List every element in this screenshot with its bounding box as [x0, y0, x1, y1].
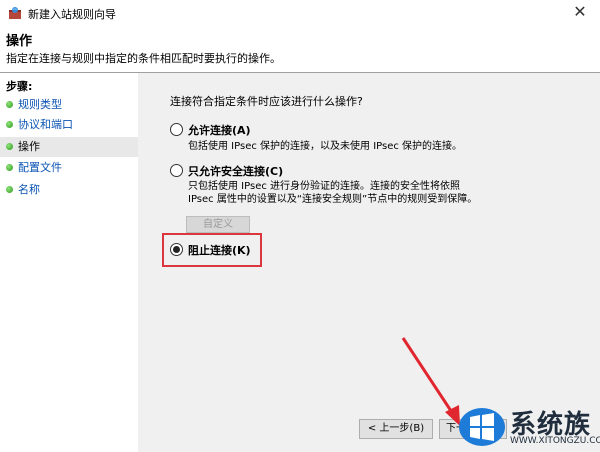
- back-button[interactable]: < 上一步(B): [359, 419, 433, 439]
- step-profile[interactable]: 配置文件: [0, 158, 138, 178]
- step-label: 协议和端口: [18, 118, 73, 131]
- firewall-app-icon: [9, 7, 21, 19]
- allow-connection-label[interactable]: 允许连接(A): [188, 122, 251, 138]
- close-button[interactable]: ✕: [560, 0, 600, 26]
- step-status-icon: [6, 101, 13, 108]
- secure-only-label[interactable]: 只允许安全连接(C): [188, 163, 283, 179]
- step-status-icon: [6, 186, 13, 193]
- block-connection-radio[interactable]: [170, 243, 183, 256]
- step-label: 操作: [18, 140, 40, 153]
- step-status-icon: [6, 121, 13, 128]
- step-status-icon: [6, 164, 13, 171]
- windows-logo-icon: [459, 408, 505, 446]
- wizard-header: 操作 指定在连接与规则中指定的条件相匹配时要执行的操作。: [0, 26, 600, 72]
- main-panel: 连接符合指定条件时应该进行什么操作? 允许连接(A) 包括使用 IPsec 保护…: [138, 73, 600, 452]
- page-title: 操作: [6, 34, 33, 49]
- step-rule-type[interactable]: 规则类型: [0, 95, 138, 115]
- allow-connection-radio[interactable]: [170, 123, 183, 136]
- step-label: 规则类型: [18, 98, 62, 111]
- window-title: 新建入站规则向导: [28, 8, 116, 21]
- step-name[interactable]: 名称: [0, 180, 138, 200]
- step-label: 名称: [18, 183, 40, 196]
- allow-connection-description: 包括使用 IPsec 保护的连接，以及未使用 IPsec 保护的连接。: [188, 141, 463, 152]
- customize-button[interactable]: 自定义: [186, 216, 250, 233]
- step-protocol-port[interactable]: 协议和端口: [0, 115, 138, 135]
- block-connection-label[interactable]: 阻止连接(K): [188, 242, 251, 258]
- page-description: 指定在连接与规则中指定的条件相匹配时要执行的操作。: [6, 52, 281, 65]
- secure-only-description: 只包括使用 IPsec 进行身份验证的连接。连接的安全性将依照 IPsec 属性…: [188, 181, 478, 205]
- step-label: 配置文件: [18, 161, 62, 174]
- close-icon: ✕: [573, 2, 587, 21]
- steps-panel: 步骤: 规则类型 协议和端口 操作 配置文件 名称: [0, 73, 138, 452]
- watermark-url: WWW.XITONGZU.COM: [510, 436, 600, 446]
- step-action[interactable]: 操作: [0, 137, 138, 157]
- title-bar: 新建入站规则向导 ✕: [0, 0, 600, 26]
- action-question: 连接符合指定条件时应该进行什么操作?: [170, 95, 363, 108]
- watermark: 系统族 WWW.XITONGZU.COM: [450, 402, 600, 452]
- steps-title: 步骤:: [6, 80, 33, 93]
- step-status-icon: [6, 143, 13, 150]
- secure-only-radio[interactable]: [170, 164, 183, 177]
